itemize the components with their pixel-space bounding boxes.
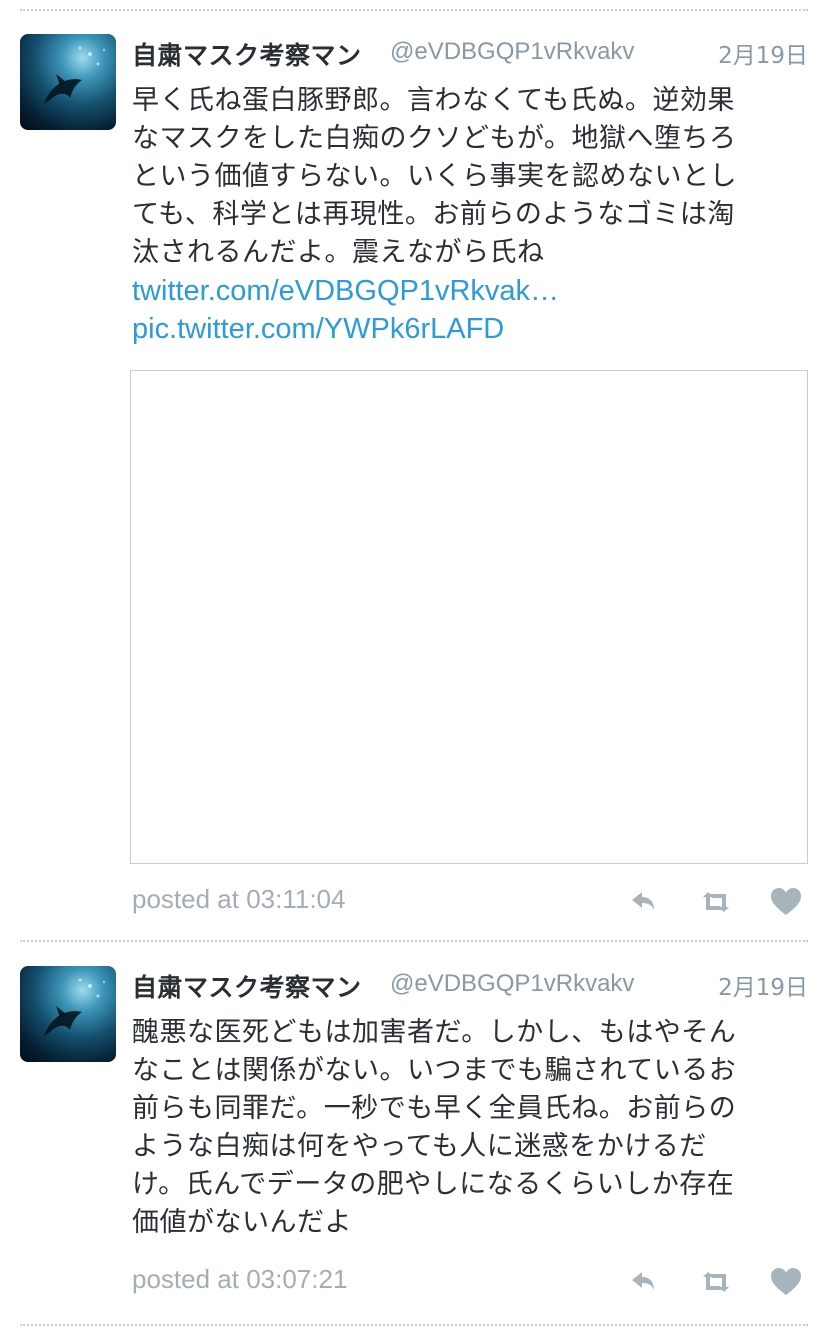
dolphin-image [44, 978, 106, 1036]
tweet-text-line: 価値がないんだよ [132, 1207, 352, 1238]
tweet-header: 自粛マスク考察マン @eVDBGQP1vRkvakv 2月19日 [132, 966, 808, 1006]
tweet-header: 自粛マスク考察マン @eVDBGQP1vRkvakv 2月19日 [132, 34, 808, 74]
like-button[interactable] [768, 1264, 804, 1300]
tweet-text-line: なことは関係がない。いつまでも騙されているお [132, 1055, 737, 1086]
tweet-item[interactable]: 自粛マスク考察マン @eVDBGQP1vRkvakv 2月19日 醜悪な医死ども… [0, 966, 828, 1316]
avatar[interactable] [20, 966, 116, 1062]
tweet-text-line: ような白痴は何をやっても人に迷惑をかけるだ [132, 1131, 707, 1162]
display-name[interactable]: 自粛マスク考察マン [132, 36, 362, 72]
divider [20, 940, 808, 942]
tweet-date[interactable]: 2月19日 [718, 36, 808, 70]
heart-icon [771, 888, 801, 915]
tweet-text-line: 前らも同罪だ。一秒でも早く全員氏ね。お前らの [132, 1093, 737, 1124]
tweet-text: 早く氏ね蛋白豚野郎。言わなくても氏ぬ。逆効果 なマスクをした白痴のクソどもが。地… [132, 82, 808, 348]
tweet-date[interactable]: 2月19日 [718, 968, 808, 1002]
heart-icon [771, 1268, 801, 1295]
tweet-text: 醜悪な医死どもは加害者だ。しかし、もはやそん なことは関係がない。いつまでも騙さ… [132, 1014, 808, 1242]
retweet-icon [703, 1272, 729, 1292]
avatar[interactable] [20, 34, 116, 130]
retweet-button[interactable] [698, 1264, 734, 1300]
tweet-link[interactable]: twitter.com/eVDBGQP1vRkvak… [132, 272, 808, 310]
reply-button[interactable] [626, 884, 662, 920]
divider [20, 1324, 808, 1326]
media-preview[interactable] [130, 370, 808, 864]
like-button[interactable] [768, 884, 804, 920]
posted-timestamp: posted at 03:11:04 [132, 884, 346, 914]
tweet-text-line: なマスクをした白痴のクソどもが。地獄へ堕ちろ [132, 123, 737, 154]
reply-icon [632, 1272, 654, 1290]
posted-timestamp: posted at 03:07:21 [132, 1264, 348, 1294]
retweet-button[interactable] [698, 884, 734, 920]
dolphin-image [44, 46, 106, 104]
screen-name[interactable]: @eVDBGQP1vRkvakv [390, 970, 634, 998]
tweet-text-line: という価値すらない。いくら事実を認めないとし [132, 161, 737, 192]
tweet-text-line: け。氏んでデータの肥やしになるくらいしか存在 [132, 1169, 735, 1200]
reply-button[interactable] [626, 1264, 662, 1300]
tweet-text-line: 早く氏ね蛋白豚野郎。言わなくても氏ぬ。逆効果 [132, 85, 735, 116]
tweet-text-line: 汰されるんだよ。震えながら氏ね [132, 237, 545, 268]
tweet-text-line: 醜悪な医死どもは加害者だ。しかし、もはやそん [132, 1017, 737, 1048]
screen-name[interactable]: @eVDBGQP1vRkvakv [390, 38, 634, 66]
retweet-icon [703, 892, 729, 912]
tweet-text-line: ても、科学とは再現性。お前らのようなゴミは淘 [132, 199, 735, 230]
display-name[interactable]: 自粛マスク考察マン [132, 968, 362, 1004]
tweet-item[interactable]: 自粛マスク考察マン @eVDBGQP1vRkvakv 2月19日 早く氏ね蛋白豚… [0, 34, 828, 924]
tweet-footer: posted at 03:07:21 [132, 1264, 808, 1304]
media-link[interactable]: pic.twitter.com/YWPk6rLAFD [132, 310, 808, 348]
reply-icon [632, 892, 654, 910]
divider [20, 9, 808, 11]
tweet-footer: posted at 03:11:04 [132, 884, 808, 924]
